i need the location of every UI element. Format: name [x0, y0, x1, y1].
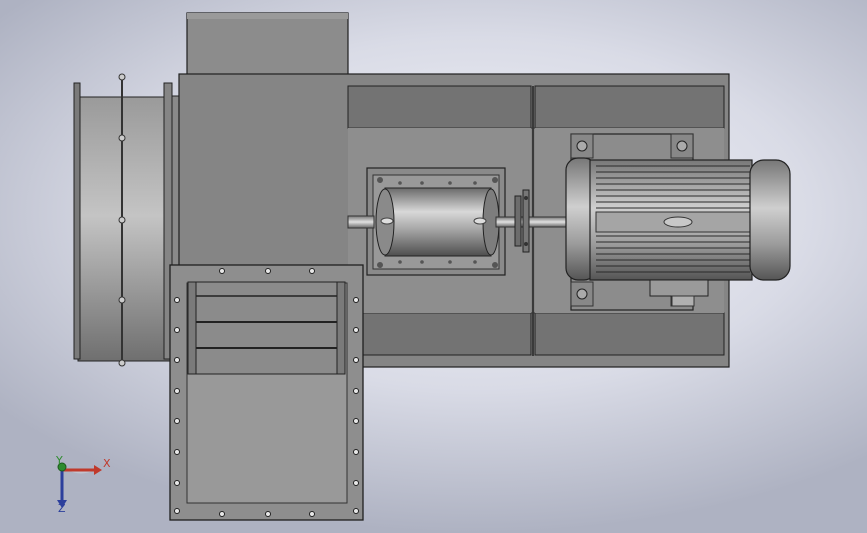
bearing-assembly [366, 167, 506, 276]
axis-x-label: X [103, 457, 111, 470]
graphics-viewport[interactable]: X Y Z [0, 0, 867, 533]
axis-z-label: Z [58, 502, 66, 515]
axis-y-label: Y [56, 454, 63, 467]
inlet-duct [73, 73, 173, 367]
fan-assembly-model[interactable] [0, 0, 867, 533]
outlet-flange [169, 264, 364, 521]
